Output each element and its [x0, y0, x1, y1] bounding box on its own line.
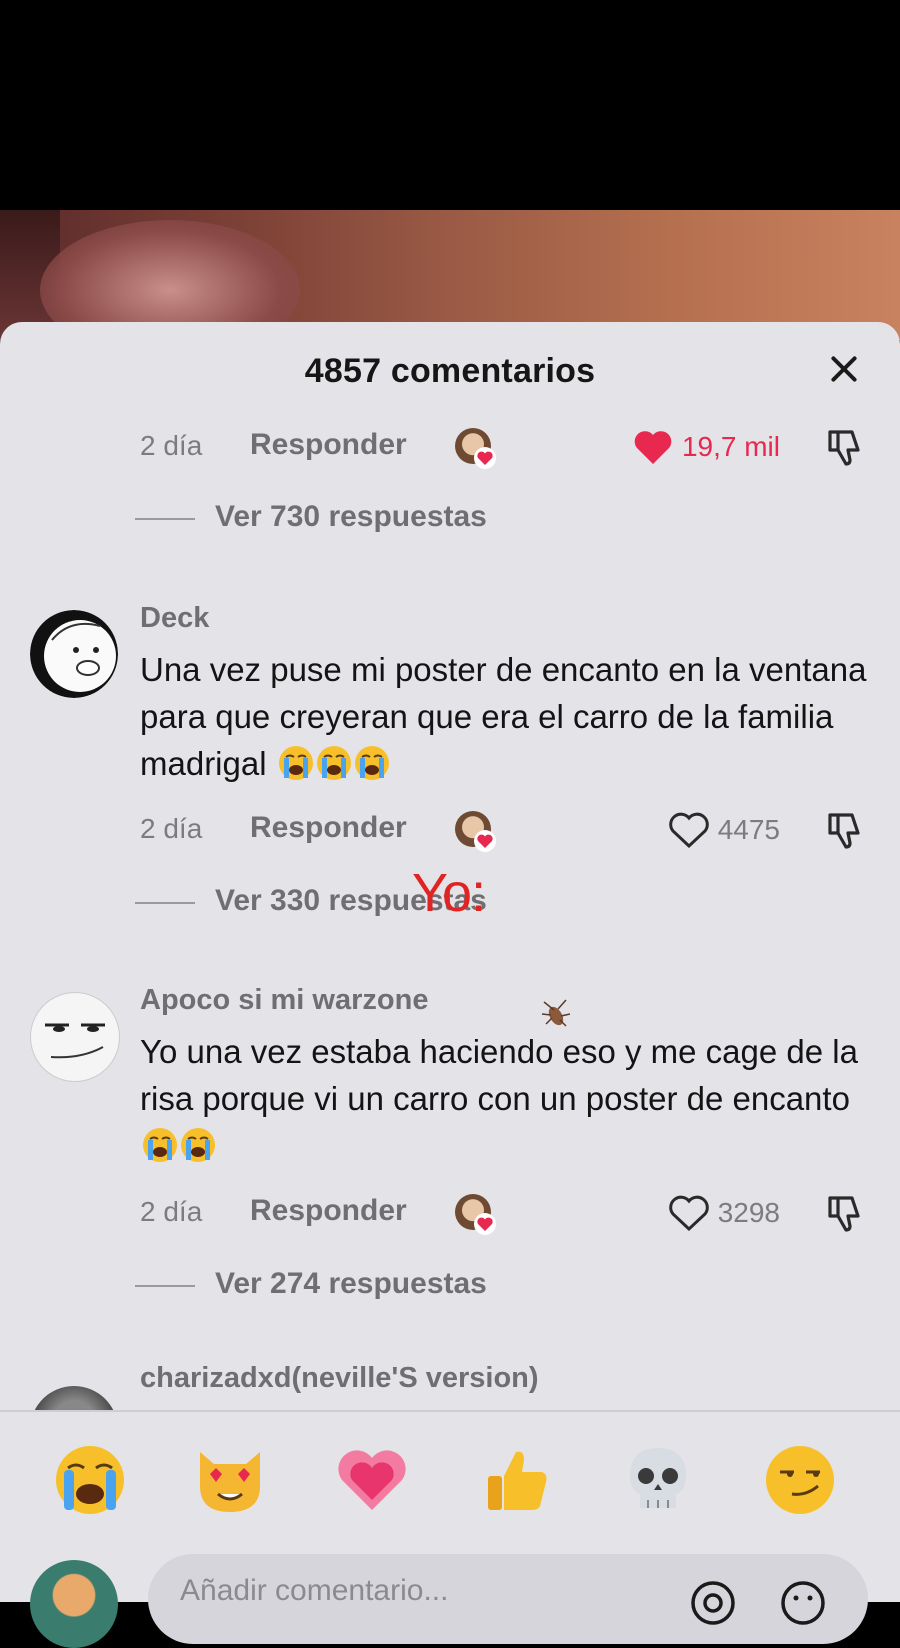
reply-button[interactable]: Responder	[250, 428, 407, 462]
comment-meta-row: 2 día Responder 3298	[0, 1188, 900, 1238]
crying-emoji-icon	[316, 746, 351, 780]
avatar[interactable]	[30, 610, 118, 698]
skull-icon[interactable]	[620, 1442, 696, 1518]
loudly-crying-face-icon[interactable]	[52, 1442, 128, 1518]
comment-body: Una vez puse mi poster de encanto en la …	[140, 646, 880, 787]
like-count: 19,7 mil	[681, 431, 780, 462]
heart-eyes-cat-icon[interactable]	[192, 1442, 268, 1518]
video-background[interactable]	[0, 210, 900, 340]
emoji-picker-icon[interactable]	[780, 1580, 826, 1626]
close-icon[interactable]	[820, 344, 870, 394]
view-replies-button[interactable]: Ver 730 respuestas	[0, 498, 900, 538]
comment-username[interactable]: Deck	[140, 602, 209, 635]
mention-icon[interactable]	[690, 1580, 736, 1626]
thumbs-up-icon[interactable]	[478, 1442, 554, 1518]
avatar[interactable]	[30, 1560, 118, 1648]
comment-username[interactable]: Apoco si mi warzone	[140, 984, 428, 1017]
crying-emoji-icon	[354, 746, 389, 780]
comment-time: 2 día	[140, 813, 203, 844]
comment-text: Una vez puse mi poster de encanto en la …	[140, 651, 867, 782]
heart-outline-icon	[668, 1195, 709, 1232]
creator-liked-icon	[455, 1194, 496, 1235]
creator-liked-icon	[455, 811, 496, 852]
heart-outline-icon	[668, 812, 709, 849]
comment-time: 2 día	[140, 1196, 203, 1227]
overlay-caption: Yo:	[412, 863, 486, 923]
smirking-face-icon[interactable]	[762, 1442, 838, 1518]
comment-time: 2 día	[140, 430, 203, 461]
divider-line	[135, 902, 195, 904]
comments-count-title: 4857 comentarios	[304, 352, 596, 390]
crying-emoji-icon	[181, 1128, 215, 1162]
like-count: 4475	[717, 814, 780, 845]
like-button[interactable]: 4475	[668, 807, 780, 853]
comment-username[interactable]: charizadxd(neville'S version)	[140, 1362, 539, 1395]
creator-liked-icon	[455, 428, 496, 469]
comment-input-placeholder: Añadir comentario...	[180, 1574, 449, 1607]
comments-sheet: 4857 comentarios 2 día Responder 19,7 mi…	[0, 322, 900, 1600]
avatar[interactable]	[30, 992, 120, 1082]
like-count: 3298	[717, 1197, 780, 1228]
divider-line	[135, 518, 195, 520]
cockroach-icon	[541, 999, 571, 1027]
view-replies-button[interactable]: Ver 274 respuestas	[0, 1265, 900, 1305]
view-replies-label: Ver 730 respuestas	[215, 500, 487, 533]
comment-body: Yo una vez estaba haciendo eso y me cage…	[140, 1028, 880, 1169]
dislike-icon[interactable]	[822, 809, 866, 853]
comment-composer-bar: Añadir comentario...	[0, 1410, 900, 1648]
crying-emoji-icon	[143, 1128, 177, 1162]
reply-button[interactable]: Responder	[250, 811, 407, 845]
comment-meta-row: 2 día Responder 19,7 mil	[0, 422, 900, 472]
comment-text: Yo una vez estaba haciendo eso y me cage…	[140, 1033, 858, 1117]
view-replies-label: Ver 274 respuestas	[215, 1267, 487, 1300]
like-button[interactable]: 19,7 mil	[632, 424, 780, 470]
heart-filled-icon	[634, 431, 672, 464]
crying-emoji-icon	[278, 746, 313, 780]
dislike-icon[interactable]	[822, 1192, 866, 1236]
reply-button[interactable]: Responder	[250, 1194, 407, 1228]
dislike-icon[interactable]	[822, 426, 866, 470]
divider-line	[135, 1285, 195, 1287]
emoji-quick-bar	[0, 1442, 900, 1522]
growing-heart-icon[interactable]	[334, 1442, 410, 1518]
like-button[interactable]: 3298	[668, 1190, 780, 1236]
comment-meta-row: 2 día Responder 4475	[0, 805, 900, 855]
